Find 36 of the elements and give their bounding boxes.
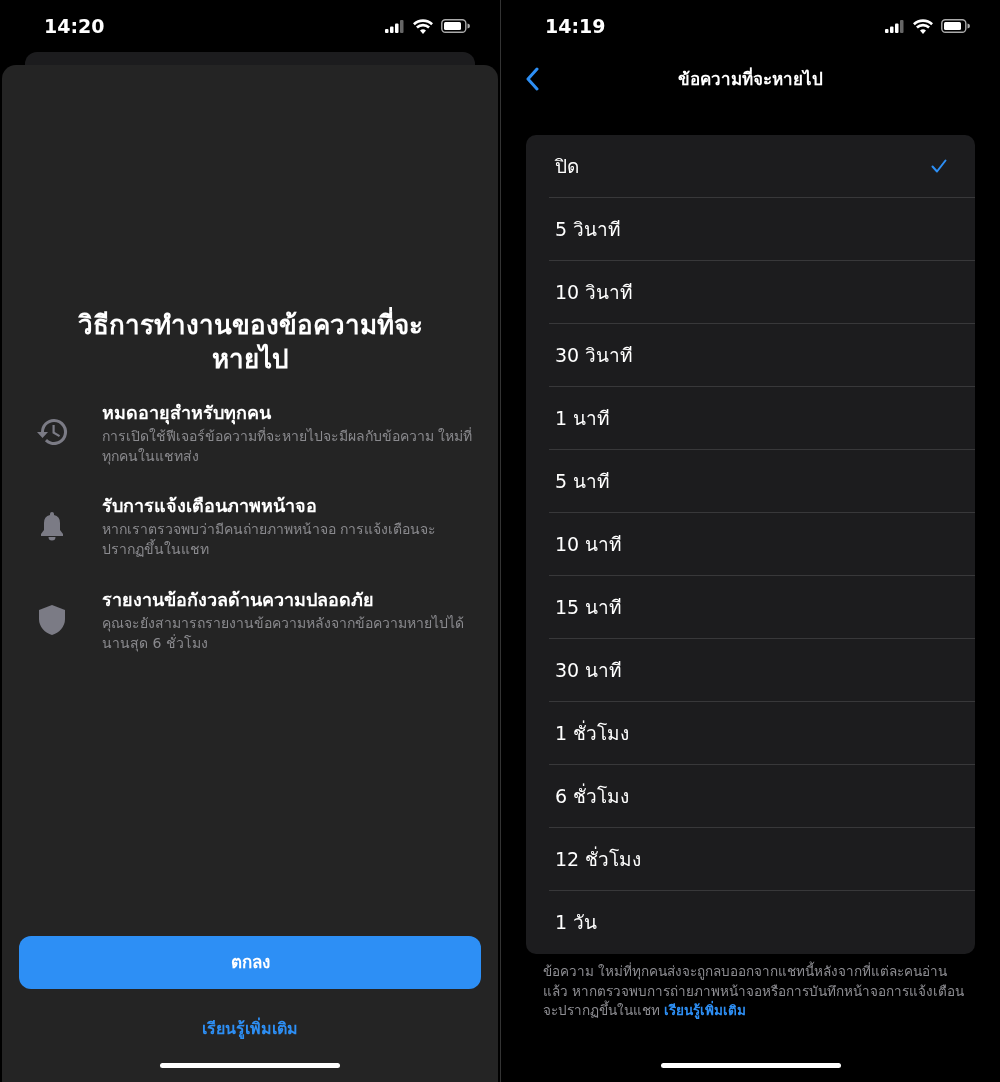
- option-row[interactable]: 6 ชั่วโมง: [549, 765, 975, 828]
- shield-icon: [38, 603, 66, 636]
- feature-description: หากเราตรวจพบว่ามีคนถ่ายภาพหน้าจอ การแจ้งเตือนจะปรากฏขึ้นในแชท: [102, 520, 438, 560]
- option-row[interactable]: 12 ชั่วโมง: [549, 828, 975, 891]
- history-icon: [36, 418, 68, 447]
- battery-icon: [441, 19, 470, 33]
- sheet-title: วิธีการทำงานของข้อความที่จะหายไป: [62, 309, 438, 377]
- option-row[interactable]: 10 นาที: [549, 513, 975, 576]
- option-row[interactable]: 15 นาที: [549, 576, 975, 639]
- option-row[interactable]: 30 วินาที: [549, 324, 975, 387]
- learn-more-link[interactable]: เรียนรู้เพิ่มเติม: [664, 1002, 747, 1019]
- option-row[interactable]: 5 นาที: [549, 450, 975, 513]
- option-row[interactable]: ปิด: [549, 135, 975, 198]
- feature-description: คุณจะยังสามารถรายงานข้อความหลังจากข้อความหายไปได้นานสุด 6 ชั่วโมง: [102, 613, 465, 654]
- option-row[interactable]: 30 นาที: [549, 639, 975, 702]
- battery-icon: [941, 19, 970, 33]
- learn-more-link[interactable]: เรียนรู้เพิ่มเติม: [202, 1017, 298, 1041]
- feature-description: การเปิดใช้ฟีเจอร์ข้อความที่จะหายไปจะมีผลกับข้อความ ใหม่ที่ทุกคนในแชทส่ง: [102, 426, 474, 467]
- option-row[interactable]: 1 นาที: [549, 387, 975, 450]
- option-row[interactable]: 1 ชั่วโมง: [549, 702, 975, 765]
- status-time: 14:20: [44, 13, 105, 39]
- signal-icon: [885, 19, 905, 33]
- feature-title: รายงานข้อกังวลด้านความปลอดภัย: [102, 587, 375, 612]
- bell-icon: [39, 511, 65, 541]
- feature-title: รับการแจ้งเตือนภาพหน้าจอ: [102, 494, 318, 519]
- nav-title: ข้อความที่จะหายไป: [678, 67, 823, 92]
- option-row[interactable]: 10 วินาที: [549, 261, 975, 324]
- wifi-icon: [913, 18, 933, 34]
- status-time: 14:19: [545, 13, 606, 39]
- wifi-icon: [413, 18, 433, 34]
- option-row[interactable]: 1 วัน: [549, 891, 975, 954]
- back-button[interactable]: [525, 66, 539, 91]
- signal-icon: [385, 19, 405, 33]
- feature-title: หมดอายุสำหรับทุกคน: [102, 400, 272, 426]
- footer-text: ข้อความ ใหม่ที่ทุกคนส่งจะถูกลบออกจากแชทนี้หลังจากที่แต่ละคนอ่านแล้ว หากตรวจพบการถ่ายภาพหน้าจอหรือการบันทึกหน้าจอการแจ้งเตือนจะปรากฏขึ้นในแชท เรียนรู้เพิ่มเติม: [542, 960, 966, 1021]
- option-row[interactable]: 5 วินาที: [549, 198, 975, 261]
